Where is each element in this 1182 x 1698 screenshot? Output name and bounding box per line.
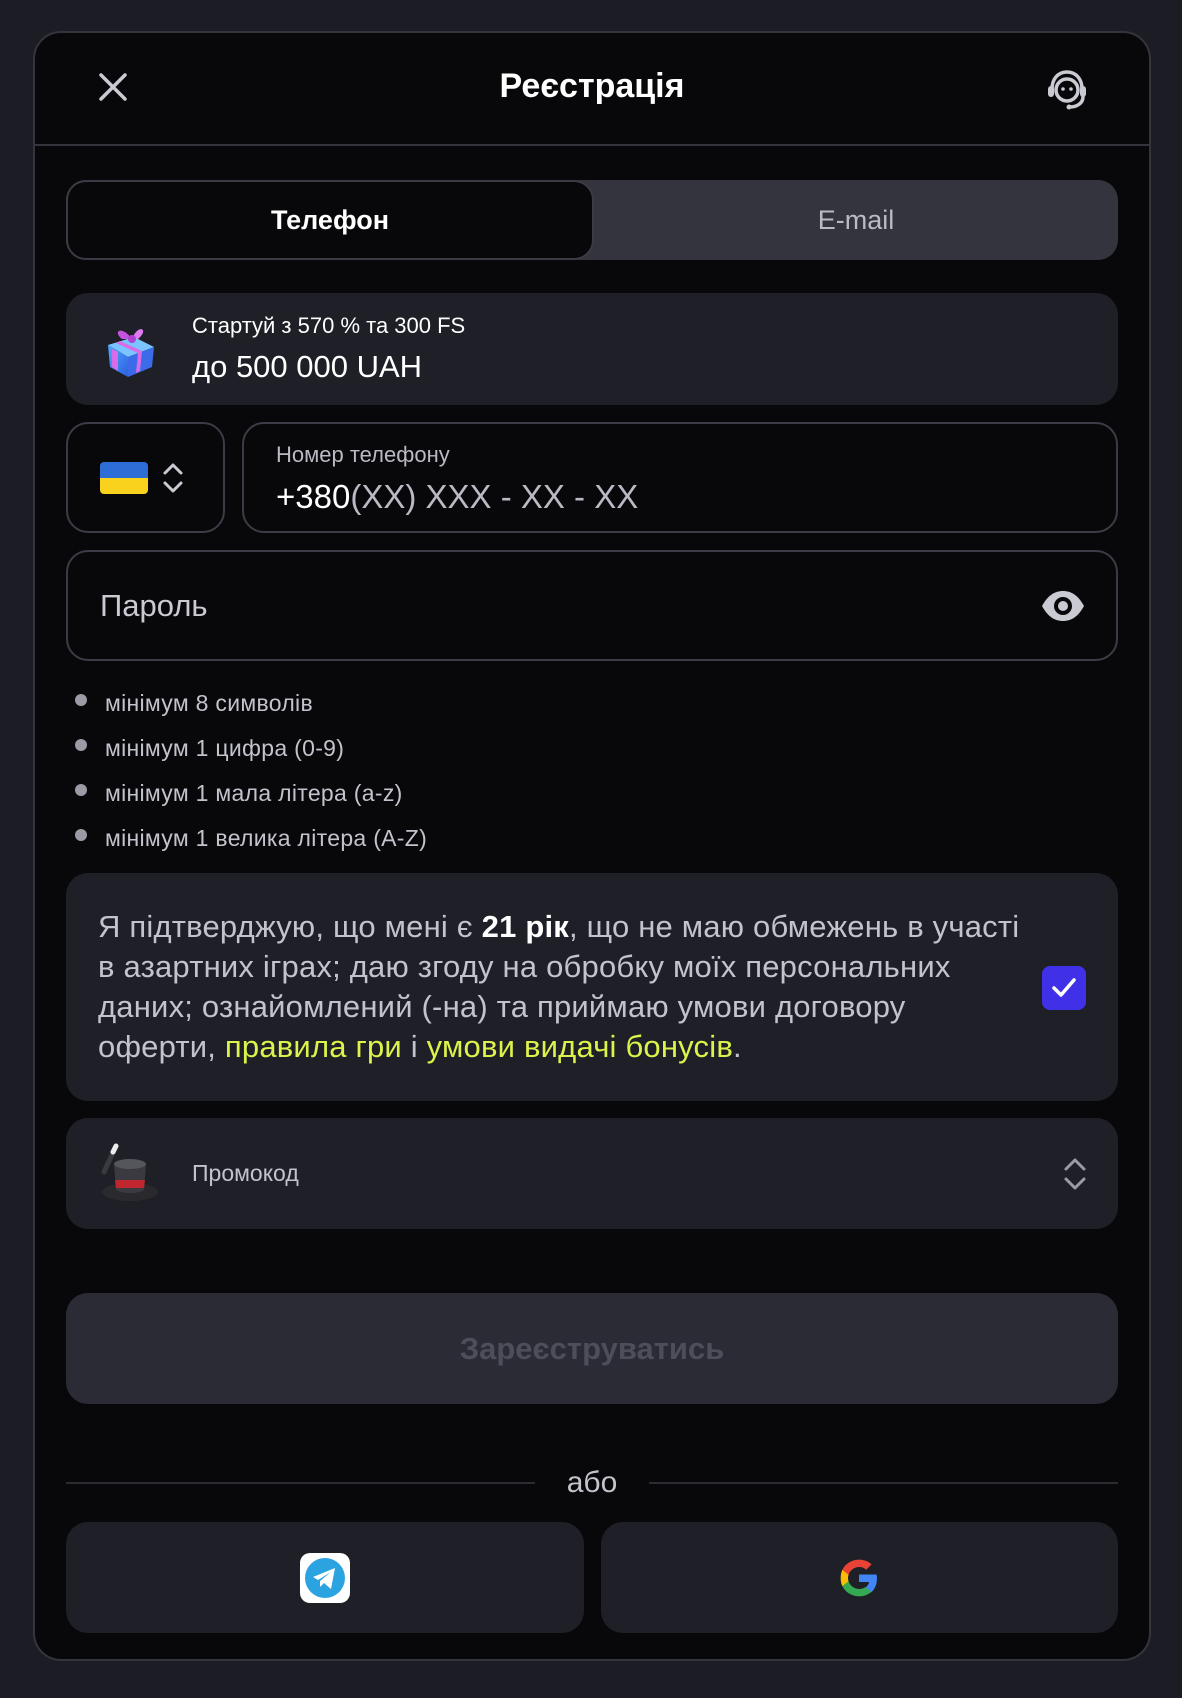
password-rules: мінімум 8 символів мінімум 1 цифра (0-9)…: [66, 681, 1118, 861]
phone-prefix: +380: [276, 478, 351, 515]
register-button[interactable]: Зареєструватись: [66, 1293, 1118, 1404]
phone-input-value: +380(XX) XXX - XX - XX: [276, 478, 1084, 516]
eye-icon[interactable]: [1040, 583, 1086, 629]
support-agent-icon: [1048, 70, 1086, 110]
promo-code-toggle[interactable]: Промокод: [66, 1118, 1118, 1229]
phone-mask: (XX) XXX - XX - XX: [350, 478, 639, 515]
age-requirement: 21 рік: [481, 909, 569, 944]
chevron-up-down-icon: [1064, 1158, 1086, 1189]
chevron-up-down-icon: [163, 463, 183, 492]
auth-method-tabs: Телефон E-mail: [66, 180, 1118, 260]
game-rules-link[interactable]: правила гри: [225, 1029, 402, 1064]
consent-text: Я підтверджую, що мені є 21 рік, що не м…: [98, 909, 1020, 1064]
google-login-button[interactable]: [600, 1522, 1118, 1633]
form-content: Телефон E-mail Стартуй з 570 % та 300 FS…: [66, 180, 1118, 1633]
phone-row: Номер телефону +380(XX) XXX - XX - XX: [66, 422, 1118, 533]
page-title: Реєстрація: [499, 67, 685, 105]
password-input[interactable]: Пароль: [66, 550, 1118, 661]
tab-email[interactable]: E-mail: [594, 180, 1118, 260]
bonus-text: Стартуй з 570 % та 300 FS до 500 000 UAH: [192, 313, 465, 385]
bonus-banner: Стартуй з 570 % та 300 FS до 500 000 UAH: [66, 293, 1118, 405]
telegram-icon: [299, 1552, 350, 1603]
registration-modal: Реєстрація Телефон E-mail Стартуй з 570 …: [33, 31, 1151, 1661]
consent-checkbox[interactable]: [1042, 966, 1086, 1010]
checkmark-icon: [1052, 978, 1076, 997]
gift-icon: [108, 329, 154, 377]
modal-header: Реєстрація: [35, 33, 1149, 146]
bonus-line-1: Стартуй з 570 % та 300 FS: [192, 313, 466, 338]
magic-hat-icon: [101, 1143, 158, 1201]
country-code-select[interactable]: [66, 422, 225, 533]
password-rule: мінімум 1 цифра (0-9): [66, 726, 1118, 771]
or-divider: або: [66, 1466, 1118, 1499]
social-login-row: [66, 1522, 1118, 1633]
bonus-terms-link[interactable]: умови видачі бонусів: [427, 1029, 733, 1064]
or-divider-text: або: [566, 1466, 618, 1499]
support-button[interactable]: [1043, 65, 1091, 113]
password-rule: мінімум 1 мала літера (a-z): [66, 771, 1118, 816]
telegram-login-button[interactable]: [66, 1522, 584, 1633]
bonus-line-2: до 500 000 UAH: [192, 349, 423, 384]
tab-phone[interactable]: Телефон: [66, 180, 594, 260]
google-icon: [840, 1559, 878, 1596]
ukraine-flag-icon: [100, 461, 148, 494]
phone-input-label: Номер телефону: [276, 442, 450, 467]
password-placeholder: Пароль: [100, 587, 208, 623]
password-rule: мінімум 1 велика літера (A-Z): [66, 816, 1118, 861]
password-rule: мінімум 8 символів: [66, 681, 1118, 726]
consent-box: Я підтверджую, що мені є 21 рік, що не м…: [66, 873, 1118, 1101]
phone-input[interactable]: Номер телефону +380(XX) XXX - XX - XX: [242, 422, 1118, 533]
promo-code-label: Промокод: [192, 1160, 299, 1186]
